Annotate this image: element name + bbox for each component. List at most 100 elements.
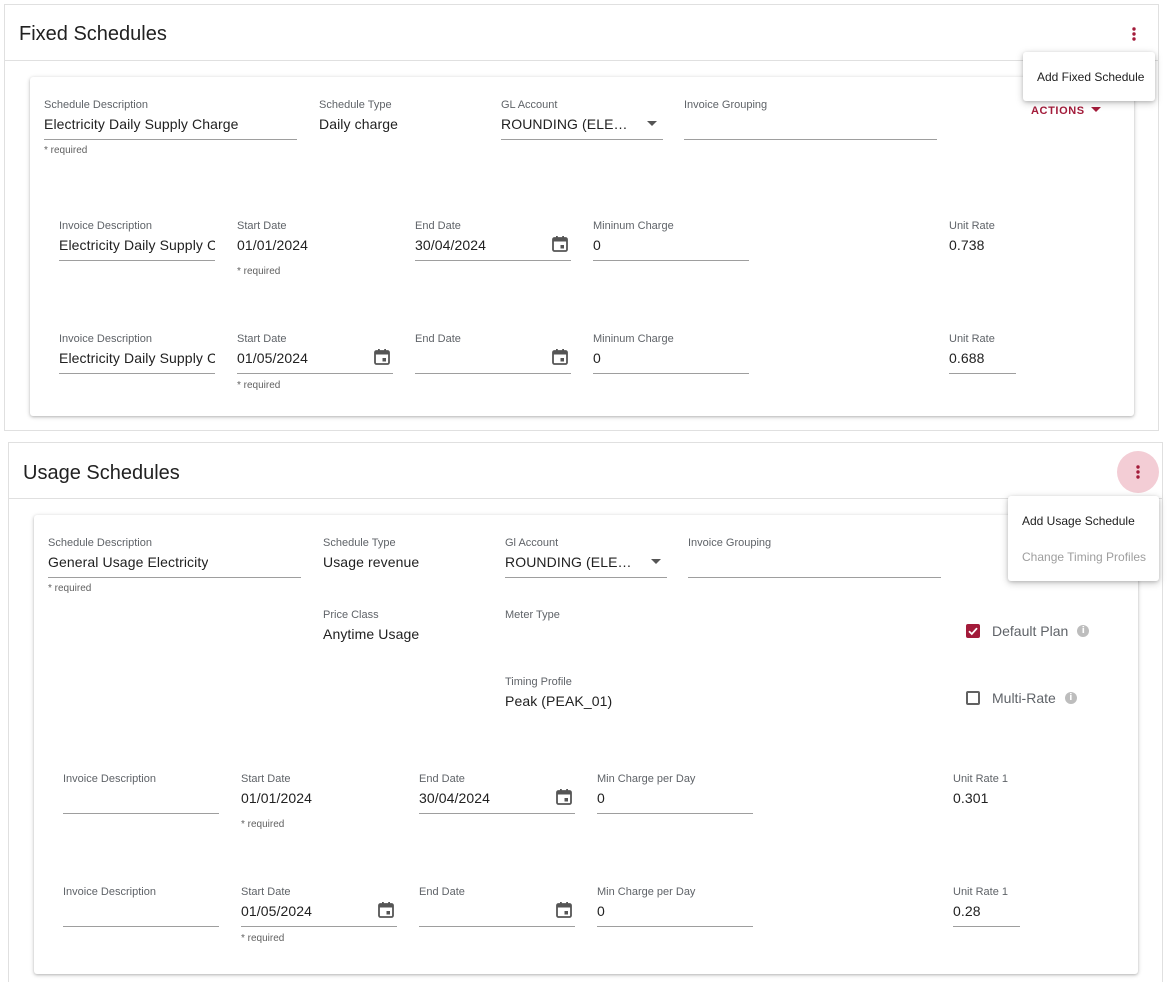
unit-rate-1-value: 0.28 <box>953 903 981 919</box>
calendar-icon[interactable] <box>551 235 569 253</box>
minimum-charge-input[interactable]: Mininum Charge 0 <box>593 220 749 262</box>
dropdown-arrow-icon <box>1090 107 1101 112</box>
start-date-label: Start Date <box>237 220 287 232</box>
min-charge-per-day-input[interactable]: Min Charge per Day 0 <box>597 886 753 928</box>
invoice-grouping-input[interactable]: Invoice Grouping <box>688 537 941 579</box>
schedule-description-label: Schedule Description <box>44 99 148 111</box>
end-date-input[interactable]: End Date <box>415 333 571 375</box>
start-date-label: Start Date <box>241 886 291 898</box>
start-date-input[interactable]: Start Date 01/05/2024 * required <box>241 886 397 948</box>
underline <box>419 813 575 814</box>
end-date-input[interactable]: End Date <box>419 886 575 928</box>
gl-account-select[interactable]: GL Account ROUNDING (ELE… <box>501 99 663 141</box>
unit-rate-1-label: Unit Rate 1 <box>953 886 1009 898</box>
underline <box>63 813 219 814</box>
default-plan-checkbox[interactable] <box>966 624 980 638</box>
actions-button[interactable]: ACTIONS <box>1031 105 1101 117</box>
start-date-value: 01/01/2024 <box>237 237 309 253</box>
start-date-input[interactable]: Start Date 01/05/2024 * required <box>237 333 393 393</box>
schedule-description-field[interactable]: Schedule Description Electricity Daily S… <box>44 99 297 159</box>
invoice-description-label: Invoice Description <box>59 333 152 345</box>
multi-rate-checkbox[interactable] <box>966 691 980 705</box>
usage-schedules-panel: Usage Schedules Schedule Description Gen… <box>8 442 1163 982</box>
usage-schedules-header: Usage Schedules <box>9 443 1162 499</box>
calendar-icon[interactable] <box>551 348 569 366</box>
calendar-icon[interactable] <box>555 901 573 919</box>
schedule-type-label: Schedule Type <box>319 99 392 111</box>
meter-type-field: Meter Type <box>505 609 665 649</box>
underline <box>953 926 1020 927</box>
schedule-type-label: Schedule Type <box>323 537 396 549</box>
add-usage-schedule-menu-item[interactable]: Add Usage Schedule <box>1022 514 1135 528</box>
multi-rate-checkbox-row[interactable]: Multi-Rate i <box>966 690 1077 706</box>
invoice-description-input[interactable]: Invoice Description Electricity Daily Su… <box>59 333 215 375</box>
add-fixed-schedule-menu-item[interactable]: Add Fixed Schedule <box>1037 70 1144 84</box>
invoice-description-label: Invoice Description <box>63 773 156 785</box>
gl-account-select[interactable]: Gl Account ROUNDING (ELE… <box>505 537 667 579</box>
gl-account-label: Gl Account <box>505 537 559 549</box>
end-date-value: 30/04/2024 <box>419 790 491 806</box>
underline <box>48 577 301 578</box>
minimum-charge-value: 0 <box>593 237 601 253</box>
calendar-icon[interactable] <box>555 788 573 806</box>
underline <box>241 926 397 927</box>
end-date-input[interactable]: End Date 30/04/2024 <box>415 220 571 262</box>
invoice-description-input[interactable]: Invoice Description <box>63 886 219 928</box>
timing-profile-value: Peak (PEAK_01) <box>505 693 613 709</box>
invoice-description-value: Electricity Daily Supply C <box>59 237 215 253</box>
underline <box>597 813 753 814</box>
fixed-schedules-header: Fixed Schedules <box>5 5 1158 61</box>
usage-schedule-card: Schedule Description General Usage Elect… <box>34 515 1138 974</box>
unit-rate-field: Unit Rate 0.738 <box>949 220 1016 260</box>
fixed-schedules-panel: Fixed Schedules Schedule Description Ele… <box>4 4 1159 431</box>
info-icon[interactable]: i <box>1077 625 1090 637</box>
underline <box>237 373 393 374</box>
check-icon <box>968 627 978 636</box>
end-date-label: End Date <box>419 773 465 785</box>
minimum-charge-input[interactable]: Mininum Charge 0 <box>593 333 749 375</box>
unit-rate-1-label: Unit Rate 1 <box>953 773 1009 785</box>
dropdown-arrow-icon <box>651 559 661 564</box>
fixed-more-button[interactable] <box>1113 13 1155 55</box>
min-charge-per-day-value: 0 <box>597 903 605 919</box>
unit-rate-input[interactable]: Unit Rate 0.688 <box>949 333 1016 375</box>
price-class-field: Price Class Anytime Usage <box>323 609 483 649</box>
schedule-description-field[interactable]: Schedule Description General Usage Elect… <box>48 537 301 597</box>
usage-more-button[interactable] <box>1117 451 1159 493</box>
gl-account-label: GL Account <box>501 99 558 111</box>
default-plan-checkbox-row[interactable]: Default Plan i <box>966 623 1090 639</box>
end-date-label: End Date <box>415 333 461 345</box>
unit-rate-value: 0.688 <box>949 350 985 366</box>
min-charge-per-day-input[interactable]: Min Charge per Day 0 <box>597 773 753 815</box>
info-icon[interactable]: i <box>1064 692 1077 704</box>
change-timing-profiles-menu-item: Change Timing Profiles <box>1022 550 1147 564</box>
invoice-grouping-label: Invoice Grouping <box>684 99 768 111</box>
meter-type-label: Meter Type <box>505 609 560 621</box>
usage-schedules-title: Usage Schedules <box>23 462 180 484</box>
minimum-charge-value: 0 <box>593 350 601 366</box>
underline <box>63 926 219 927</box>
invoice-description-input[interactable]: Invoice Description <box>63 773 219 815</box>
underline <box>415 373 571 374</box>
more-vert-icon <box>1136 465 1140 479</box>
invoice-grouping-input[interactable]: Invoice Grouping <box>684 99 937 141</box>
timing-profile-label: Timing Profile <box>505 676 572 688</box>
start-date-field: Start Date 01/01/2024 * required <box>237 220 393 280</box>
actions-label: ACTIONS <box>1031 105 1085 117</box>
invoice-description-label: Invoice Description <box>63 886 156 898</box>
schedule-type-field: Schedule Type Daily charge <box>319 99 479 139</box>
invoice-grouping-label: Invoice Grouping <box>688 537 772 549</box>
minimum-charge-label: Mininum Charge <box>593 220 674 232</box>
end-date-value: 30/04/2024 <box>415 237 487 253</box>
calendar-icon[interactable] <box>377 901 395 919</box>
unit-rate-1-input[interactable]: Unit Rate 1 0.28 <box>953 886 1020 928</box>
min-charge-per-day-label: Min Charge per Day <box>597 773 696 785</box>
end-date-input[interactable]: End Date 30/04/2024 <box>419 773 575 815</box>
calendar-icon[interactable] <box>373 348 391 366</box>
underline <box>949 373 1016 374</box>
underline <box>505 577 667 578</box>
start-date-field: Start Date 01/01/2024 * required <box>241 773 397 833</box>
invoice-description-input[interactable]: Invoice Description Electricity Daily Su… <box>59 220 215 262</box>
usage-schedules-menu: Add Usage Schedule Change Timing Profile… <box>1008 496 1159 581</box>
schedule-type-value: Daily charge <box>319 116 399 132</box>
